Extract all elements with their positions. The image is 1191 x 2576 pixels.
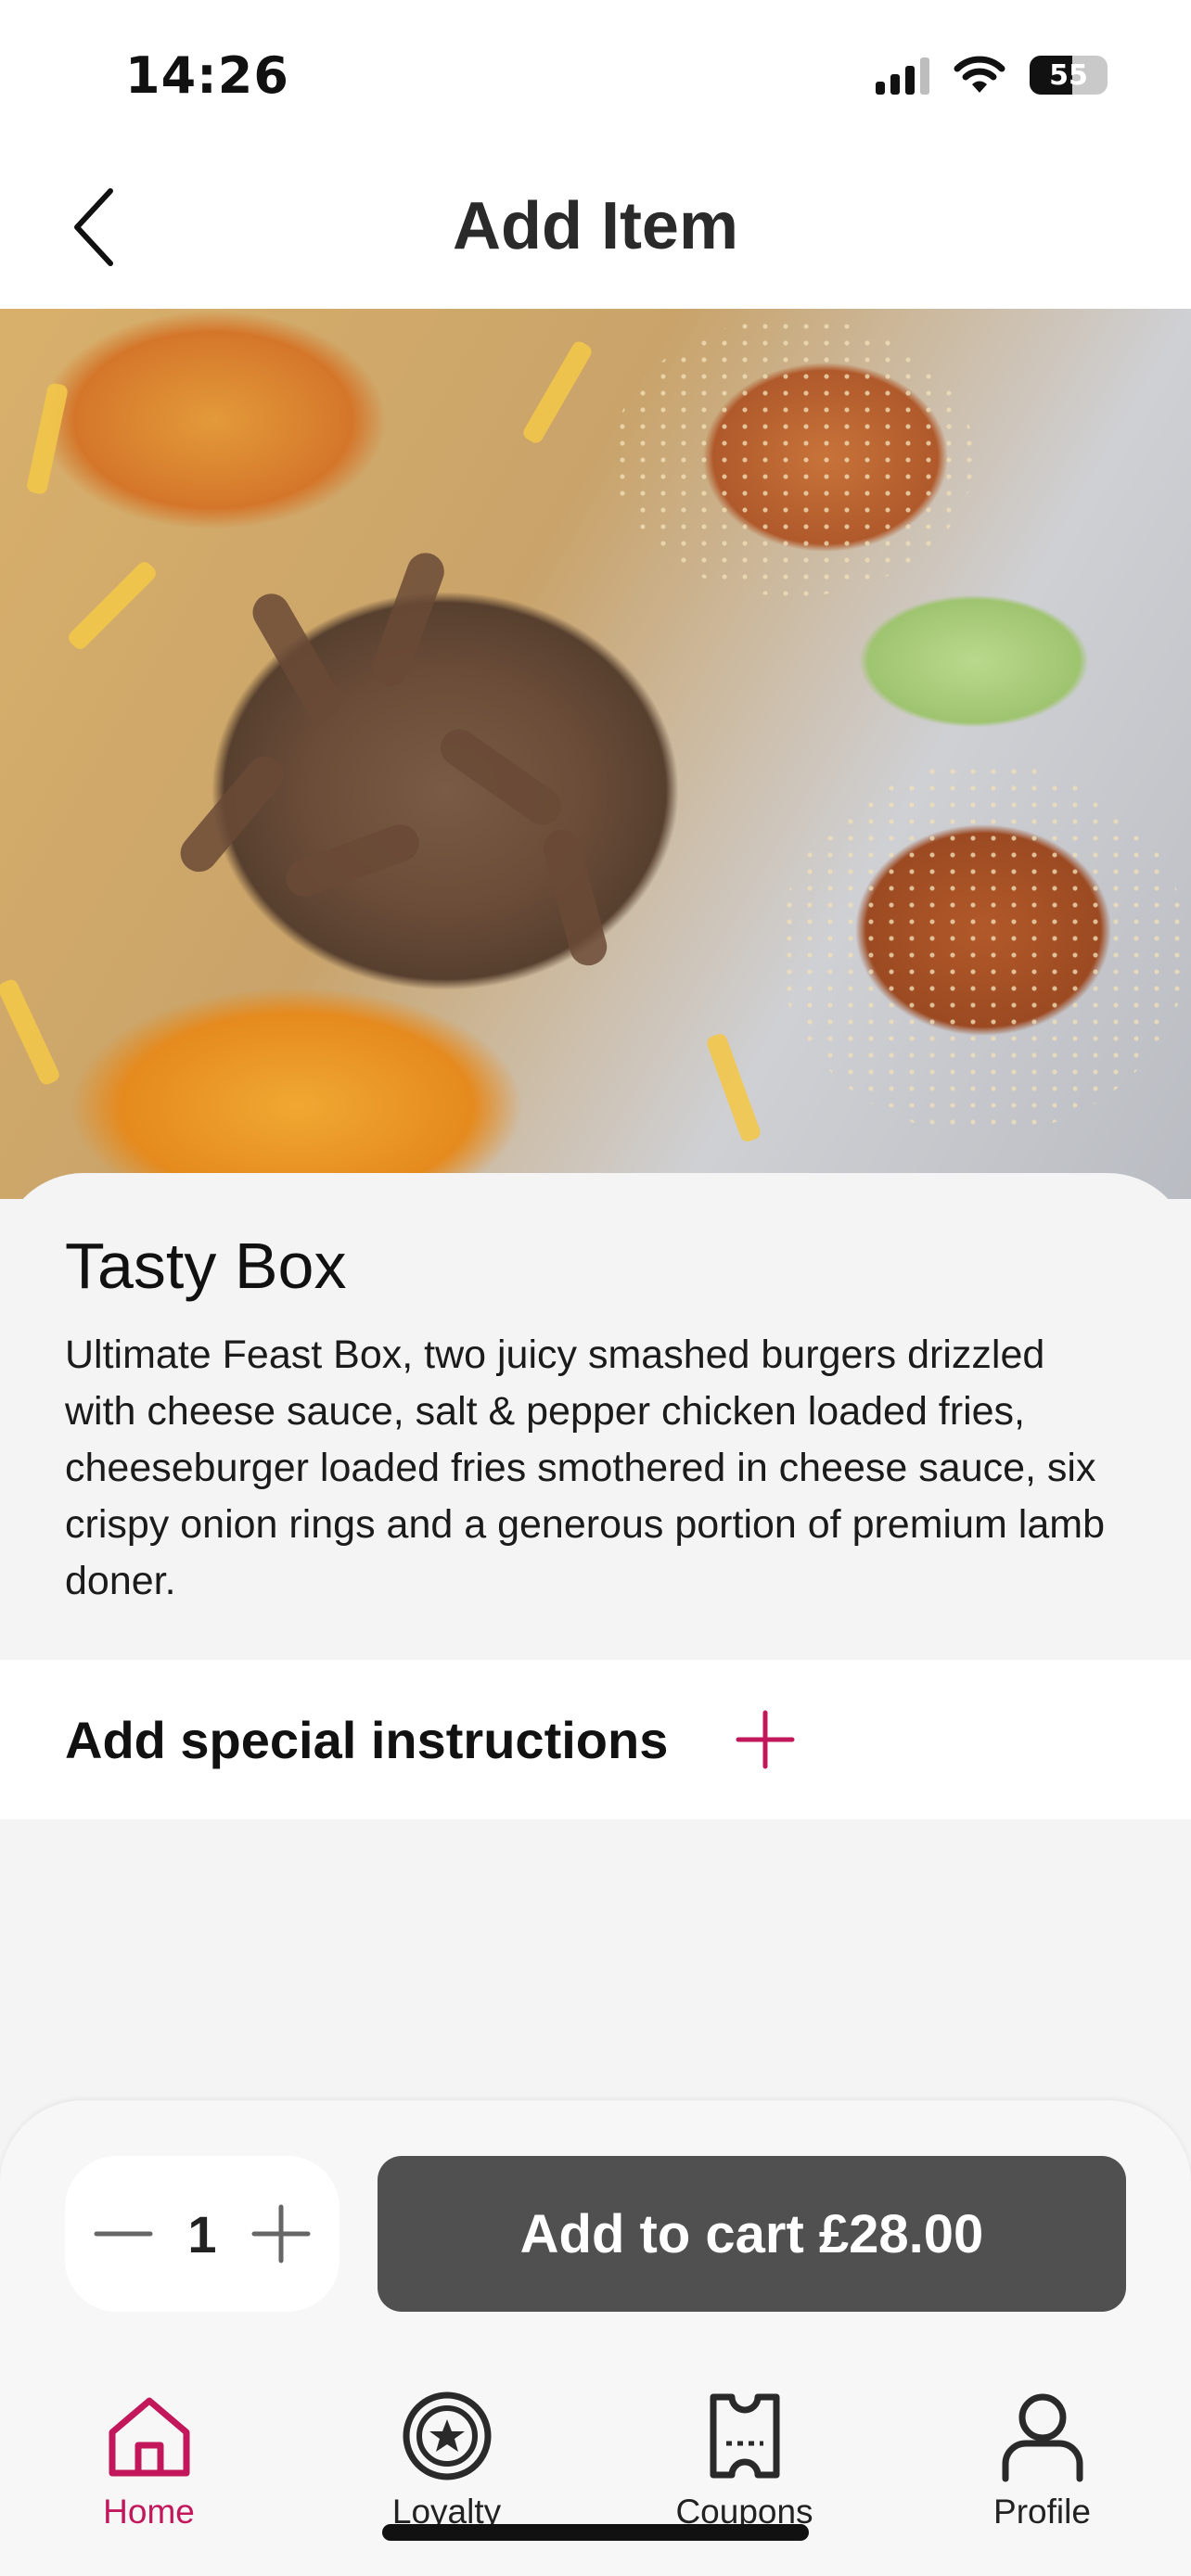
- tab-profile-label: Profile: [993, 2493, 1091, 2531]
- add-instructions-button[interactable]: [733, 1707, 798, 1772]
- tab-bar: Home Loyalty Coupons Profile: [0, 2365, 1191, 2576]
- home-indicator: [382, 2524, 809, 2541]
- user-icon: [992, 2385, 1094, 2487]
- item-description: Ultimate Feast Box, two juicy smashed bu…: [65, 1333, 1105, 1603]
- special-instructions-label: Add special instructions: [65, 1710, 669, 1769]
- status-time: 14:26: [125, 46, 289, 105]
- battery-icon: 55: [1030, 56, 1108, 95]
- tab-loyalty[interactable]: Loyalty: [308, 2365, 586, 2576]
- page-title: Add Item: [452, 189, 738, 263]
- quantity-value: 1: [187, 2204, 217, 2264]
- tab-profile[interactable]: Profile: [903, 2365, 1182, 2576]
- tab-home-label: Home: [103, 2493, 195, 2531]
- item-image: [0, 309, 1191, 1199]
- add-to-cart-button[interactable]: Add to cart £28.00: [378, 2156, 1126, 2312]
- home-icon: [98, 2385, 200, 2487]
- special-instructions-row[interactable]: Add special instructions: [0, 1660, 1191, 1819]
- battery-level: 55: [1049, 58, 1088, 92]
- status-icons: 55: [876, 56, 1108, 95]
- cellular-signal-icon: [876, 56, 929, 95]
- tab-home[interactable]: Home: [10, 2365, 288, 2576]
- plus-icon: [736, 1710, 795, 1769]
- minus-icon: [94, 2231, 153, 2237]
- status-bar: 14:26 55: [0, 0, 1191, 153]
- coupon-icon: [694, 2385, 796, 2487]
- tab-coupons[interactable]: Coupons: [606, 2365, 884, 2576]
- header: Add Item: [0, 153, 1191, 309]
- item-title: Tasty Box: [65, 1230, 347, 1302]
- quantity-stepper: 1: [65, 2156, 339, 2312]
- increase-quantity-button[interactable]: [249, 2201, 314, 2266]
- wifi-icon: [954, 56, 1005, 93]
- decrease-quantity-button[interactable]: [91, 2201, 156, 2266]
- plus-icon: [251, 2204, 311, 2264]
- star-badge-icon: [396, 2385, 498, 2487]
- item-details-card: Tasty Box Ultimate Feast Box, two juicy …: [0, 1173, 1191, 1660]
